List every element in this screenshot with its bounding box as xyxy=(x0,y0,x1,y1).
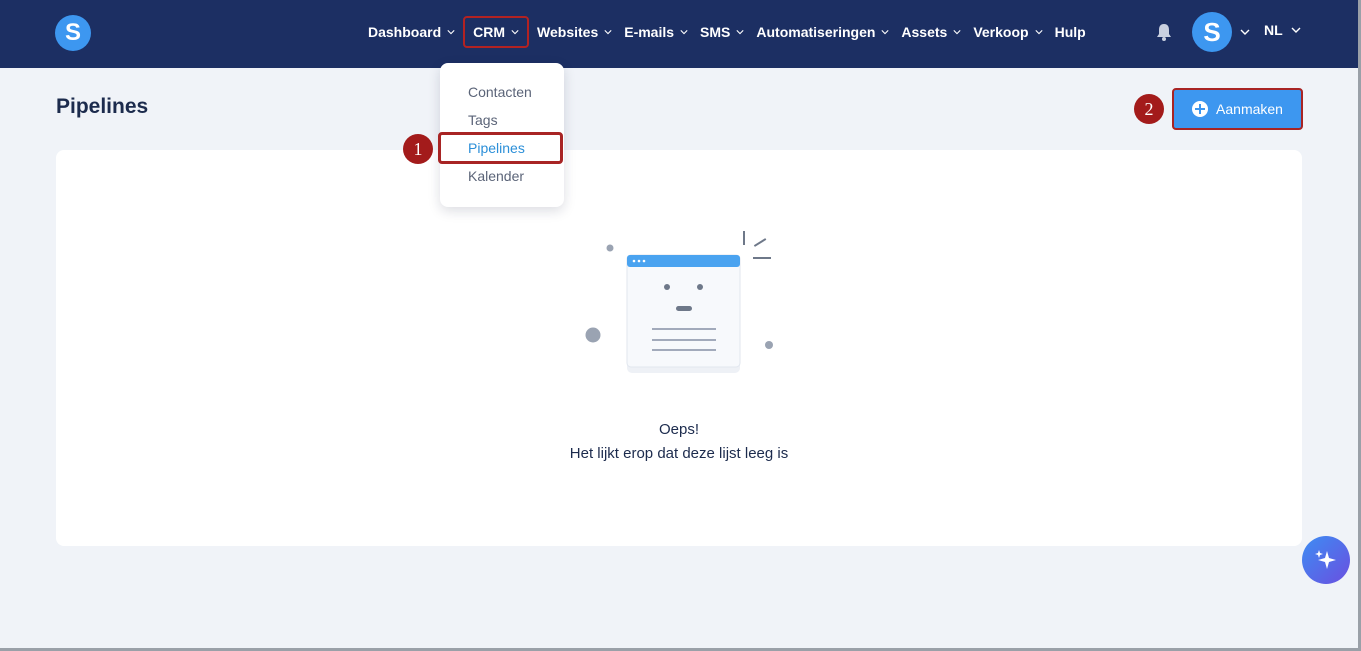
sparkle-icon xyxy=(1315,550,1336,569)
empty-state-illustration xyxy=(585,231,773,373)
empty-state-title: Oeps! xyxy=(658,421,700,438)
empty-state-message: Het lijkt erop dat deze lijst leeg is xyxy=(569,445,789,462)
plus-circle-icon xyxy=(1192,101,1209,117)
ai-assistant-button[interactable] xyxy=(1302,536,1350,584)
chevron-down-icon xyxy=(447,30,455,35)
nav-automatiseringen[interactable]: Automatiseringen xyxy=(750,16,895,48)
chevron-down-icon xyxy=(736,30,744,35)
nav-emails[interactable]: E-mails xyxy=(618,16,694,48)
bell-icon[interactable] xyxy=(1154,22,1174,42)
chevron-down-icon xyxy=(511,30,519,35)
menu-item-contacten[interactable]: Contacten xyxy=(468,84,532,100)
step-badge-2: 2 xyxy=(1134,94,1164,124)
nav-sms-label: SMS xyxy=(700,24,731,40)
menu-item-kalender[interactable]: Kalender xyxy=(468,168,524,184)
step-badge-1: 1 xyxy=(403,134,433,164)
chevron-down-icon xyxy=(680,30,688,35)
page-title: Pipelines xyxy=(56,95,149,118)
nav-verkoop[interactable]: Verkoop xyxy=(967,16,1048,48)
pipelines-highlight-box xyxy=(438,132,563,164)
nav-sms[interactable]: SMS xyxy=(694,16,750,48)
chevron-down-icon xyxy=(1034,30,1043,35)
nav-hulp[interactable]: Hulp xyxy=(1049,16,1092,48)
chevron-down-icon[interactable] xyxy=(1240,28,1250,36)
create-button-label: Aanmaken xyxy=(1216,101,1283,117)
chevron-down-icon xyxy=(1291,27,1301,33)
nav-crm[interactable]: CRM xyxy=(463,16,530,48)
nav-automatiseringen-label: Automatiseringen xyxy=(756,24,876,40)
nav-dashboard-label: Dashboard xyxy=(368,24,442,40)
user-avatar[interactable]: S xyxy=(1192,12,1232,52)
chevron-down-icon xyxy=(953,30,961,35)
app-logo[interactable]: S xyxy=(55,15,91,51)
nav-websites[interactable]: Websites xyxy=(531,16,618,48)
nav-assets[interactable]: Assets xyxy=(895,16,967,48)
nav-verkoop-label: Verkoop xyxy=(973,24,1029,40)
chevron-down-icon xyxy=(881,30,890,35)
chevron-down-icon xyxy=(604,30,612,35)
nav-hulp-label: Hulp xyxy=(1054,24,1086,40)
nav-assets-label: Assets xyxy=(901,24,948,40)
nav-websites-label: Websites xyxy=(537,24,599,40)
nav-dashboard[interactable]: Dashboard xyxy=(362,16,461,48)
nav-crm-label: CRM xyxy=(473,24,506,40)
create-button[interactable]: Aanmaken xyxy=(1172,88,1303,130)
language-label: NL xyxy=(1264,22,1283,38)
menu-item-tags[interactable]: Tags xyxy=(468,112,498,128)
main-nav: Dashboard CRM Websites E-mails SMS Autom… xyxy=(362,0,1092,64)
nav-emails-label: E-mails xyxy=(624,24,675,40)
language-selector[interactable]: NL xyxy=(1264,22,1301,38)
